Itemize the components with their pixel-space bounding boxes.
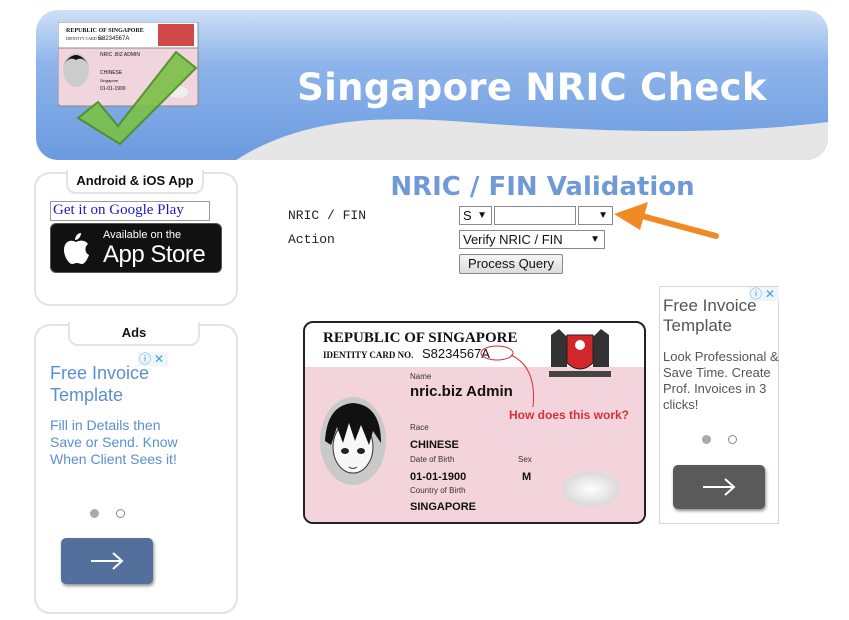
logo-card-country: Singapore	[100, 78, 119, 83]
action-label: Action	[288, 232, 335, 247]
ad-text[interactable]: Fill in Details then Save or Send. Know …	[50, 417, 178, 468]
card-identity-text: IDENTITY CARD NO.	[323, 350, 414, 360]
logo-id-card-icon: REPUBLIC OF SINGAPORE IDENTITY CARD NO. …	[57, 21, 199, 146]
apple-icon	[64, 233, 89, 264]
action-select-value: Verify NRIC / FIN	[463, 232, 563, 247]
ads-box: ⓘ ✕ Free Invoice Template Fill in Details…	[34, 324, 238, 614]
card-dob-label: Date of Birth	[410, 455, 455, 464]
logo-card-race: CHINESE	[100, 70, 123, 76]
arrow-right-icon	[91, 552, 124, 570]
ads-box-title: Ads	[68, 322, 200, 346]
portrait-photo	[320, 397, 386, 485]
card-race-label: Race	[410, 423, 429, 432]
right-ad-title[interactable]: Free Invoice Template	[663, 296, 767, 336]
id-card-image[interactable]: REPUBLIC OF SINGAPORE IDENTITY CARD NO. …	[303, 321, 646, 524]
logo-card-name: NRIC .BIZ ADMIN	[100, 52, 140, 58]
chevron-down-icon: ▼	[598, 210, 608, 221]
nric-label: NRIC / FIN	[288, 208, 367, 223]
card-name-value: nric.biz Admin	[410, 383, 513, 400]
card-sex-label: Sex	[518, 455, 532, 464]
right-ad-box: ⓘ ✕ Free Invoice Template Look Profession…	[659, 286, 779, 524]
logo-card-dob: 01-01-1900	[100, 86, 126, 92]
nric-prefix-value: S	[463, 208, 472, 223]
form-heading: NRIC / FIN Validation	[390, 172, 695, 202]
ad-title[interactable]: Free Invoice Template	[50, 362, 170, 406]
arrow-right-icon	[703, 478, 736, 496]
card-cob-label: Country of Birth	[410, 486, 466, 495]
logo-card-line1: REPUBLIC OF SINGAPORE	[66, 28, 144, 34]
app-box-title: Android & iOS App	[66, 170, 204, 194]
card-cob-value: SINGAPORE	[410, 501, 477, 513]
nric-suffix-select[interactable]: ▼	[578, 206, 613, 225]
right-ad-next-button[interactable]	[673, 465, 765, 509]
action-select[interactable]: Verify NRIC / FIN ▼	[459, 230, 605, 249]
site-title: Singapore NRIC Check	[297, 66, 767, 109]
app-store-big-text: App Store	[103, 241, 206, 268]
nric-number-input[interactable]	[494, 206, 576, 225]
coat-of-arms-icon	[549, 329, 611, 377]
carousel-dot-2[interactable]	[728, 435, 737, 444]
carousel-dot-1[interactable]	[702, 435, 711, 444]
chevron-down-icon: ▼	[477, 210, 487, 221]
app-store-badge-link[interactable]: Available on the App Store	[50, 223, 222, 273]
carousel-dot-2[interactable]	[116, 509, 125, 518]
carousel-dot-1[interactable]	[90, 509, 99, 518]
hologram-mark	[562, 472, 620, 506]
logo-card-id: S8234567A	[98, 36, 129, 42]
card-sex-value: M	[522, 471, 532, 483]
card-race-value: CHINESE	[410, 439, 459, 451]
ad-next-button[interactable]	[61, 538, 153, 584]
chevron-down-icon: ▼	[590, 234, 600, 245]
process-query-button[interactable]: Process Query	[459, 254, 563, 274]
google-play-badge-link[interactable]: Get it on Google Play	[50, 201, 210, 221]
how-does-this-work-link[interactable]: How does this work?	[509, 408, 629, 422]
site-logo[interactable]: REPUBLIC OF SINGAPORE IDENTITY CARD NO. …	[57, 21, 200, 147]
nric-prefix-select[interactable]: S ▼	[459, 206, 492, 225]
card-dob-value: 01-01-1900	[410, 471, 467, 483]
card-name-label: Name	[410, 372, 432, 381]
right-ad-text[interactable]: Look Professional & Save Time. Create Pr…	[663, 349, 779, 413]
orange-pointer-arrow-icon	[614, 202, 719, 239]
app-store-small-text: Available on the	[103, 229, 182, 241]
